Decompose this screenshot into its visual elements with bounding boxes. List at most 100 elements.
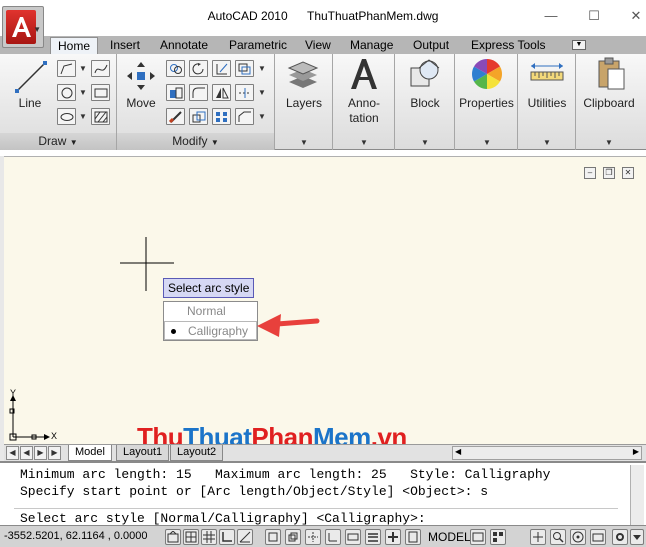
tab-home[interactable]: Home	[50, 37, 99, 54]
line-tool-button[interactable]	[14, 60, 48, 97]
dynamic-ucs-button[interactable]	[325, 529, 341, 545]
drawing-canvas[interactable]: – ❐ ✕ Y X	[0, 156, 646, 444]
workspace-switching-button[interactable]	[612, 529, 628, 545]
array-button[interactable]	[212, 108, 231, 125]
arc-style-option-calligraphy[interactable]: Calligraphy	[164, 321, 257, 340]
properties-label: Properties	[459, 96, 514, 110]
object-snap-tracking-button[interactable]	[305, 529, 321, 545]
horizontal-scrollbar[interactable]: ◀ ▶	[452, 446, 642, 460]
mirror-button[interactable]	[166, 84, 185, 101]
arc-style-option-normal[interactable]: Normal	[164, 302, 257, 321]
copy-button[interactable]	[166, 60, 185, 77]
3d-object-snap-button[interactable]	[285, 529, 301, 545]
mirror-axis-button[interactable]	[212, 84, 231, 101]
clipboard-panel[interactable]: Clipboard ▼	[576, 54, 646, 150]
arc-style-menu: Normal Calligraphy	[163, 301, 258, 341]
block-panel[interactable]: Block ▼	[395, 54, 455, 150]
maximize-button[interactable]: ☐	[584, 8, 604, 24]
plus-icon	[388, 532, 398, 542]
chevron-down-icon[interactable]: ▼	[258, 88, 266, 97]
ortho-icon	[222, 532, 232, 542]
first-layout-icon[interactable]: ◀	[6, 446, 19, 460]
chevron-down-icon[interactable]: ▼	[79, 112, 87, 121]
chamfer-button[interactable]	[235, 108, 254, 125]
hatch-button[interactable]	[91, 108, 110, 125]
tab-manage[interactable]: Manage	[343, 37, 400, 54]
status-menu-button[interactable]	[630, 529, 644, 545]
modify-panel-footer[interactable]: Modify ▼	[117, 133, 274, 150]
ortho-mode-button[interactable]	[219, 529, 235, 545]
properties-panel[interactable]: Properties ▼	[455, 54, 518, 150]
chevron-down-icon[interactable]: ▼	[258, 64, 266, 73]
viewport-close-icon[interactable]: ✕	[622, 167, 634, 179]
chevron-down-icon: ▼	[300, 138, 308, 147]
tab-annotate[interactable]: Annotate	[153, 37, 215, 54]
zoom-button[interactable]	[550, 529, 566, 545]
ribbon-tab-bar: Home Insert Annotate Parametric View Man…	[0, 36, 646, 54]
object-snap-button[interactable]	[265, 529, 281, 545]
layers-panel[interactable]: Layers ▼	[275, 54, 333, 150]
chevron-down-icon[interactable]: ▼	[79, 88, 87, 97]
layout-tab-layout2[interactable]: Layout2	[170, 445, 224, 461]
grid-display-button[interactable]	[201, 529, 217, 545]
utilities-panel[interactable]: Utilities ▼	[518, 54, 576, 150]
command-line-window: Minimum arc length: 15 Maximum arc lengt…	[0, 461, 646, 526]
viewport-restore-icon[interactable]: ❐	[603, 167, 615, 179]
tab-express-tools[interactable]: Express Tools	[464, 37, 552, 54]
prev-layout-icon[interactable]: ◀	[20, 446, 33, 460]
scroll-right-icon[interactable]: ▶	[633, 447, 639, 456]
osnap-icon	[268, 532, 278, 542]
command-prompt: Select arc style [Normal/Calligraphy] <C…	[20, 511, 426, 526]
tab-parametric[interactable]: Parametric	[222, 37, 294, 54]
infer-constraints-button[interactable]	[165, 529, 181, 545]
explode-button[interactable]	[235, 84, 254, 101]
quick-view-drawings-button[interactable]	[490, 529, 506, 545]
command-line-scrollbar[interactable]	[630, 465, 644, 525]
next-layout-icon[interactable]: ▶	[34, 446, 47, 460]
circle-button[interactable]	[57, 84, 76, 101]
fillet-button[interactable]	[189, 84, 208, 101]
quick-properties-button[interactable]	[385, 529, 401, 545]
application-menu-button[interactable]: ▼	[2, 6, 44, 48]
viewport-minimize-icon[interactable]: –	[584, 167, 596, 179]
minimize-button[interactable]: —	[541, 8, 561, 24]
draw-panel-footer[interactable]: Draw ▼	[0, 133, 116, 150]
show-lineweight-button[interactable]	[365, 529, 381, 545]
spline-button[interactable]	[91, 60, 110, 77]
offset-button[interactable]	[235, 60, 254, 77]
scroll-left-icon[interactable]: ◀	[455, 447, 461, 456]
trim-button[interactable]	[212, 60, 231, 77]
ellipse-button[interactable]	[57, 108, 76, 125]
chevron-down-icon[interactable]: ▼	[79, 64, 87, 73]
quick-view-layouts-button[interactable]	[470, 529, 486, 545]
pan-button[interactable]	[530, 529, 546, 545]
snap-mode-button[interactable]	[183, 529, 199, 545]
polyline-button[interactable]	[57, 60, 76, 77]
steering-wheel-button[interactable]	[570, 529, 586, 545]
dynamic-input-button[interactable]	[345, 529, 361, 545]
last-layout-icon[interactable]: ▶	[48, 446, 61, 460]
array-icon	[216, 112, 227, 122]
rotate-button[interactable]	[189, 60, 208, 77]
close-button[interactable]: ✕	[626, 8, 646, 24]
stretch-button[interactable]	[166, 108, 185, 125]
tab-output[interactable]: Output	[406, 37, 456, 54]
chevron-down-icon: ▼	[543, 138, 551, 147]
chevron-down-icon[interactable]: ▼	[258, 112, 266, 121]
annotation-panel[interactable]: Anno- tation ▼	[333, 54, 395, 150]
scale-button[interactable]	[189, 108, 208, 125]
showmotion-button[interactable]	[590, 529, 606, 545]
selection-cycling-button[interactable]	[405, 529, 421, 545]
rectangle-button[interactable]	[91, 84, 110, 101]
tab-view[interactable]: View	[298, 37, 338, 54]
layout-tab-model[interactable]: Model	[68, 445, 112, 461]
left-edge	[0, 156, 4, 461]
zoom-icon	[553, 532, 564, 543]
move-tool-button[interactable]	[125, 60, 157, 95]
ribbon-minimize-icon[interactable]: ▼	[572, 40, 586, 50]
polar-tracking-button[interactable]	[237, 529, 253, 545]
tab-insert[interactable]: Insert	[103, 37, 147, 54]
layout-tab-layout1[interactable]: Layout1	[116, 445, 170, 461]
model-space-button[interactable]: MODEL	[428, 530, 471, 544]
layout-tab-bar: ◀ ◀ ▶ ▶ Model Layout1 Layout2 ◀ ▶	[4, 444, 646, 461]
